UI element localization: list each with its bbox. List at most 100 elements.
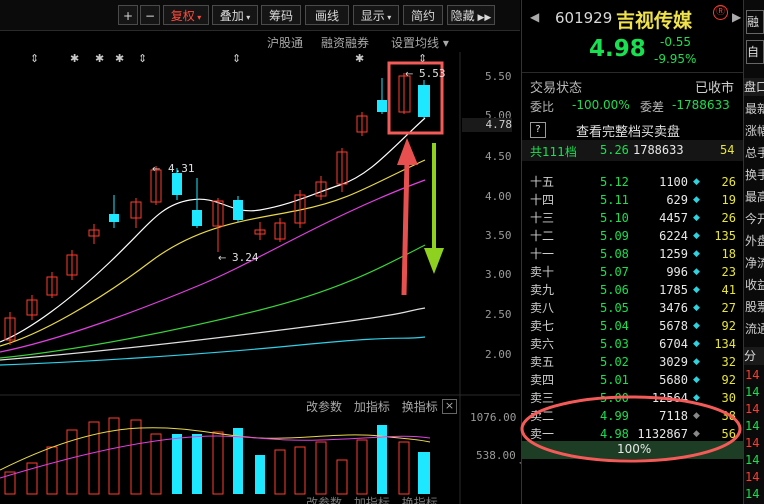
level-label: 卖四 (530, 373, 555, 387)
level-price: 5.01 (600, 373, 629, 387)
quote-panel: ◀ 601929 吉视传媒 Ⓡ ▶ 4.98 -0.55 -9.95% 交易状态… (520, 0, 744, 504)
bottom-gaicanshu[interactable]: 改参数 (306, 496, 342, 504)
tick-time: 14 (745, 470, 760, 484)
tick-time: 14 (745, 385, 760, 399)
level-count: 26 (721, 175, 736, 189)
volume-bar (418, 452, 430, 494)
zi-button[interactable]: 自 (746, 40, 764, 64)
bottom-huanzhibiao[interactable]: 换指标 (402, 496, 438, 504)
bottom-jiazhibiao[interactable]: 加指标 (354, 496, 390, 504)
pankou-item: 总手 (745, 146, 764, 160)
event-marker: ⇕ (138, 52, 147, 65)
pankou-item: 外盘 (745, 234, 764, 248)
ma-line-yellow (0, 159, 426, 347)
gaicanshu-button[interactable]: 改参数 (306, 400, 342, 414)
ask-level-row[interactable]: 卖九 5.06 1785 ◆ 41 (522, 281, 744, 299)
volume-bar (294, 446, 306, 495)
down-arrow-icon (424, 143, 444, 274)
volume-bar (336, 459, 348, 495)
event-marker: ⇕ (30, 52, 39, 65)
candle-up (66, 250, 78, 280)
level-price: 5.05 (600, 301, 629, 315)
volume-bar (172, 434, 182, 494)
volume-bar (88, 421, 100, 495)
pankou-tab[interactable]: 盘口 (744, 78, 764, 96)
level-volume: 3029 (659, 355, 688, 369)
candle-up (26, 295, 38, 320)
level-count: 41 (721, 283, 736, 297)
ask-level-row[interactable]: 十二 5.09 6224 ◆ 135 (522, 227, 744, 245)
volume-bar (130, 419, 142, 495)
status-label: 交易状态 (530, 81, 583, 96)
level-price: 5.03 (600, 337, 629, 351)
ma-line-ma5 (0, 117, 426, 343)
level-volume: 3476 (659, 301, 688, 315)
level-count: 27 (721, 301, 736, 315)
rong-button[interactable]: 融 (746, 10, 764, 34)
y-tick: 4.00 (485, 190, 512, 203)
full-book-link[interactable]: 查看完整档买卖盘 (576, 121, 680, 140)
ask-level-row[interactable]: 十一 5.08 1259 ◆ 18 (522, 245, 744, 263)
candle-up (274, 218, 286, 242)
y-tick: 4.50 (485, 150, 512, 163)
level-count: 32 (721, 355, 736, 369)
prev-stock-icon[interactable]: ◀ (530, 10, 539, 24)
status-value: 已收市 (695, 81, 735, 96)
level-count: 92 (721, 373, 736, 387)
huanzhibiao-button[interactable]: 换指标 (402, 400, 438, 414)
level-volume: 1100 (659, 175, 688, 189)
ask-level-row[interactable]: 十三 5.10 4457 ◆ 26 (522, 209, 744, 227)
level-label: 十一 (530, 247, 555, 261)
ask-level-row[interactable]: 十四 5.11 629 ◆ 19 (522, 191, 744, 209)
low-price-label: 3.24 (232, 251, 259, 264)
total-cnt: 54 (720, 143, 735, 157)
level-count: 26 (721, 211, 736, 225)
close-icon[interactable]: × (442, 399, 457, 414)
level-label: 卖五 (530, 355, 555, 369)
level-price: 5.08 (600, 247, 629, 261)
ask-level-row[interactable]: 卖六 5.03 6704 ◆ 134 (522, 335, 744, 353)
candle-up (254, 222, 266, 240)
level-price: 5.12 (600, 175, 629, 189)
jiazhibiao-button[interactable]: 加指标 (354, 400, 390, 414)
rzrq-badge-icon[interactable]: Ⓡ (713, 5, 728, 20)
level-label: 卖六 (530, 337, 555, 351)
highlight-ellipse (520, 395, 742, 463)
candlesticks (4, 73, 430, 345)
level-count: 19 (721, 193, 736, 207)
weibi-value: -100.00% (572, 98, 630, 112)
tick-time: 14 (745, 402, 760, 416)
y-tick: 5.50 (485, 70, 512, 83)
candle-down (418, 80, 430, 118)
ask-level-row[interactable]: 卖七 5.04 5678 ◆ 92 (522, 317, 744, 335)
candle-up (315, 176, 327, 200)
candle-down (109, 195, 119, 228)
fenshi-tab[interactable]: 分 (744, 347, 764, 365)
volume-bar (398, 441, 410, 495)
level-dot-icon: ◆ (693, 177, 700, 187)
ask-level-row[interactable]: 卖四 5.01 5680 ◆ 92 (522, 371, 744, 389)
level-dot-icon: ◆ (693, 321, 700, 331)
moving-averages (0, 117, 426, 366)
level-dot-icon: ◆ (693, 303, 700, 313)
ask-level-row[interactable]: 卖十 5.07 996 ◆ 23 (522, 263, 744, 281)
level-price: 5.06 (600, 283, 629, 297)
bottom-toolbar: 改参数 加指标 换指标 (306, 494, 438, 504)
stock-code: 601929 (555, 9, 613, 27)
volume-bar (274, 449, 286, 495)
ask-level-row[interactable]: 十五 5.12 1100 ◆ 26 (522, 173, 744, 191)
vol-ma-yellow (0, 427, 431, 471)
tick-time: 14 (745, 487, 760, 501)
candle-up (88, 224, 100, 244)
level-price: 5.10 (600, 211, 629, 225)
volume-bar (356, 439, 368, 495)
level-dot-icon: ◆ (693, 195, 700, 205)
ask-level-row[interactable]: 卖八 5.05 3476 ◆ 27 (522, 299, 744, 317)
current-price-tag: 4.78 (462, 118, 512, 132)
next-stock-icon[interactable]: ▶ (732, 10, 741, 24)
vol-tick: 538.00 (476, 449, 516, 462)
ask-level-row[interactable]: 卖五 5.02 3029 ◆ 32 (522, 353, 744, 371)
help-icon[interactable]: ? (530, 122, 546, 138)
level-volume: 629 (666, 193, 688, 207)
pankou-item: 涨幅 (745, 124, 764, 138)
